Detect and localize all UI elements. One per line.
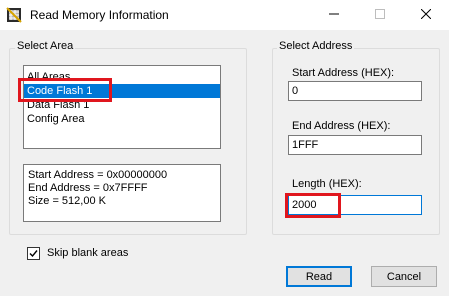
minimize-icon <box>329 9 339 22</box>
skip-blank-label: Skip blank areas <box>47 247 129 259</box>
title-bar[interactable]: Read Memory Information <box>0 0 449 30</box>
cancel-button[interactable]: Cancel <box>371 266 437 287</box>
app-icon <box>6 7 22 23</box>
skip-blank-checkbox[interactable] <box>27 247 40 260</box>
read-button[interactable]: Read <box>286 266 352 287</box>
window-title: Read Memory Information <box>30 8 169 22</box>
select-area-title: Select Area <box>15 40 76 52</box>
start-address-label: Start Address (HEX): <box>292 67 395 79</box>
info-start-address: Start Address = 0x00000000 <box>28 169 168 181</box>
close-icon <box>420 8 432 22</box>
area-info-box: Start Address = 0x00000000 End Address =… <box>23 164 221 222</box>
list-item-all-areas[interactable]: All Areas <box>24 70 220 84</box>
select-address-title: Select Address <box>277 40 355 52</box>
length-input[interactable] <box>288 195 422 215</box>
maximize-icon <box>375 8 385 22</box>
info-size: Size = 512,00 K <box>28 195 106 207</box>
list-item-code-flash-1[interactable]: Code Flash 1 <box>24 84 220 98</box>
length-label: Length (HEX): <box>292 178 362 190</box>
list-item-config-area[interactable]: Config Area <box>24 112 220 126</box>
area-listbox[interactable]: All Areas Code Flash 1 Data Flash 1 Conf… <box>23 65 221 149</box>
close-button[interactable] <box>403 0 449 30</box>
maximize-button[interactable] <box>357 0 403 30</box>
minimize-button[interactable] <box>311 0 357 30</box>
end-address-input[interactable] <box>288 135 422 155</box>
start-address-input[interactable] <box>288 81 422 101</box>
end-address-label: End Address (HEX): <box>292 120 391 132</box>
checkmark-icon <box>29 250 38 258</box>
list-item-data-flash-1[interactable]: Data Flash 1 <box>24 98 220 112</box>
info-end-address: End Address = 0x7FFFF <box>28 182 148 194</box>
